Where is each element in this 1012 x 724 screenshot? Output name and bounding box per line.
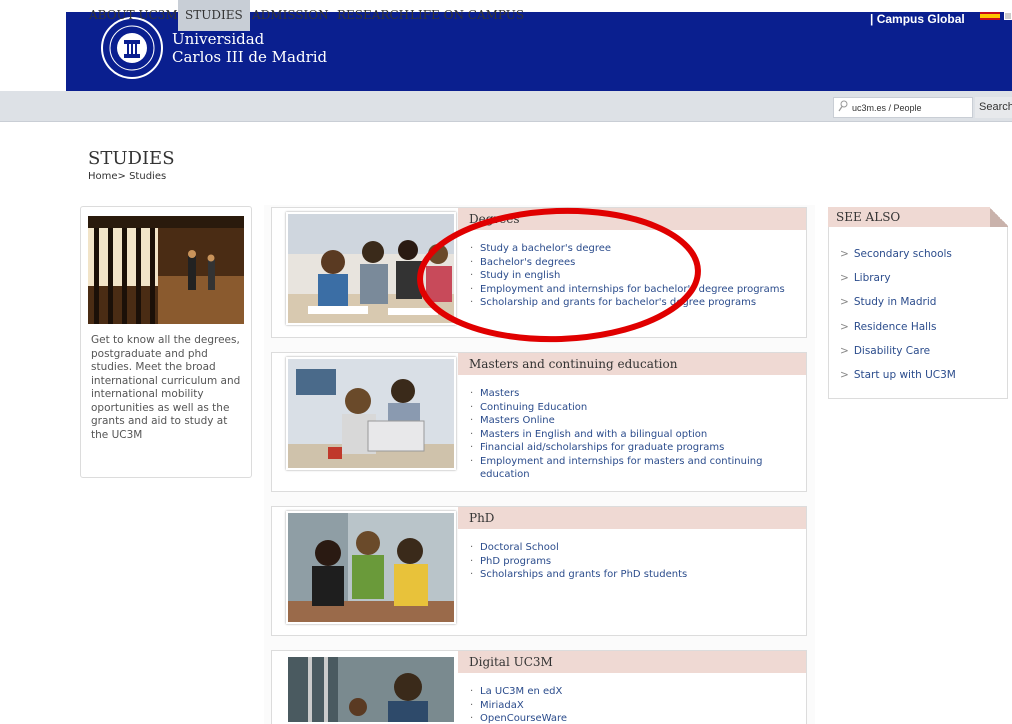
link-doctoral-school[interactable]: Doctoral School (470, 541, 790, 555)
link-employment-bachelors[interactable]: Employment and internships for bachelor'… (470, 283, 790, 297)
card-title-degrees[interactable]: Degrees (458, 208, 806, 230)
see-also-label: Disability Care (853, 345, 931, 357)
nav-item-admission[interactable]: ADMISSION (245, 0, 336, 31)
see-also-label: Residence Halls (853, 321, 937, 333)
nav-item-about[interactable]: ABOUT UC3M (82, 0, 185, 31)
link-scholarships-phd[interactable]: Scholarships and grants for PhD students (470, 568, 790, 582)
see-also-study-in-madrid[interactable]: > Study in Madrid (840, 296, 936, 308)
spanish-flag-icon[interactable] (980, 12, 1000, 20)
see-also-label: Study in Madrid (853, 296, 937, 308)
card-title-phd[interactable]: PhD (458, 507, 806, 529)
intro-text: Get to know all the degrees, postgraduat… (91, 334, 241, 441)
nav-item-life-on-campus[interactable]: LIFE ON CAMPUS (403, 0, 531, 31)
see-also-library[interactable]: > Library (840, 272, 891, 284)
card-title-digital[interactable]: Digital UC3M (458, 651, 806, 673)
search-input[interactable]: uc3m.es / People (833, 97, 973, 118)
page-title: STUDIES (88, 148, 175, 169)
see-also-disability-care[interactable]: > Disability Care (840, 345, 930, 357)
link-masters[interactable]: Masters (470, 387, 790, 401)
chevron-right-icon: > (840, 345, 849, 357)
see-also-label: Library (853, 272, 891, 284)
link-employment-masters[interactable]: Employment and internships for masters a… (470, 455, 790, 482)
link-phd-programs[interactable]: PhD programs (470, 555, 790, 569)
link-continuing-education[interactable]: Continuing Education (470, 401, 790, 415)
search-icon (838, 100, 848, 112)
breadcrumb[interactable]: Home> Studies (88, 171, 166, 182)
digital-link-list: La UC3M en edX MiriadaX OpenCourseWare (470, 685, 790, 724)
language-flag-icon[interactable] (1004, 12, 1012, 20)
nav-item-studies[interactable]: STUDIES (178, 0, 250, 31)
chevron-right-icon: > (840, 321, 849, 333)
smiling-students-photo (286, 511, 456, 624)
link-masters-english[interactable]: Masters in English and with a bilingual … (470, 428, 790, 442)
link-bachelors-degrees[interactable]: Bachelor's degrees (470, 256, 790, 270)
see-also-residence-halls[interactable]: > Residence Halls (840, 321, 936, 333)
library-photo (88, 216, 244, 324)
university-name-line1: Universidad (172, 30, 265, 48)
link-scholarship-bachelors[interactable]: Scholarship and grants for bachelor's de… (470, 296, 790, 310)
campus-global-link[interactable]: | Campus Global (870, 12, 965, 26)
link-financial-aid[interactable]: Financial aid/scholarships for graduate … (470, 441, 790, 455)
students-studying-photo (286, 212, 456, 325)
digital-students-photo (286, 655, 456, 724)
chevron-right-icon: > (840, 369, 849, 381)
masters-link-list: Masters Continuing Education Masters Onl… (470, 387, 790, 482)
see-also-start-up[interactable]: > Start up with UC3M (840, 369, 956, 381)
university-name[interactable]: Universidad Carlos III de Madrid (172, 30, 327, 66)
link-opencourseware[interactable]: OpenCourseWare (470, 712, 790, 724)
degrees-link-list: Study a bachelor's degree Bachelor's deg… (470, 242, 790, 310)
chevron-right-icon: > (840, 272, 849, 284)
students-laptop-photo (286, 357, 456, 470)
university-name-line2: Carlos III de Madrid (172, 48, 328, 66)
see-also-label: Start up with UC3M (853, 369, 956, 381)
chevron-right-icon: > (840, 248, 849, 260)
link-uc3m-edx[interactable]: La UC3M en edX (470, 685, 790, 699)
search-button[interactable]: Search (975, 97, 1012, 118)
see-also-secondary-schools[interactable]: > Secondary schools (840, 248, 952, 260)
link-miriadax[interactable]: MiriadaX (470, 699, 790, 713)
card-title-masters[interactable]: Masters and continuing education (458, 353, 806, 375)
see-also-label: Secondary schools (853, 248, 952, 260)
chevron-right-icon: > (840, 296, 849, 308)
link-masters-online[interactable]: Masters Online (470, 414, 790, 428)
link-study-in-english[interactable]: Study in english (470, 269, 790, 283)
phd-link-list: Doctoral School PhD programs Scholarship… (470, 541, 790, 582)
see-also-title: SEE ALSO (828, 207, 1008, 227)
link-study-bachelors[interactable]: Study a bachelor's degree (470, 242, 790, 256)
folded-corner-icon (990, 207, 1008, 227)
